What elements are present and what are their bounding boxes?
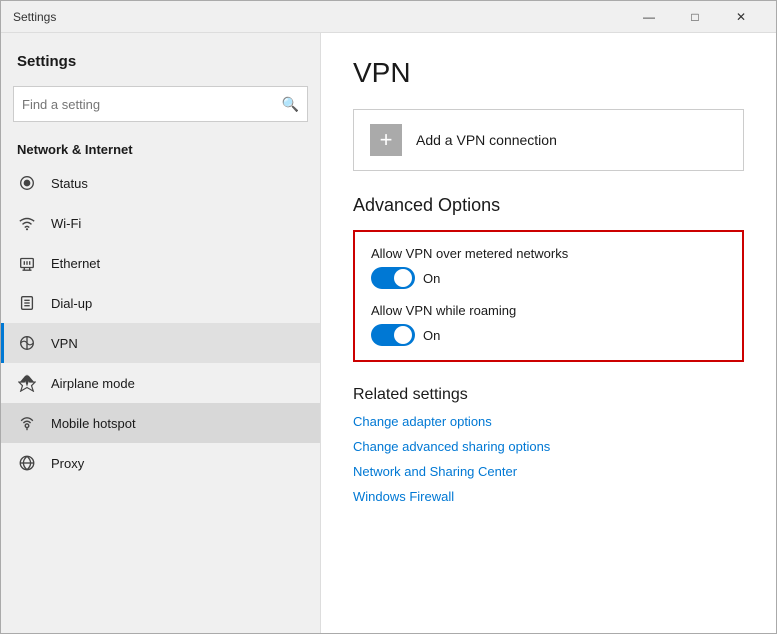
maximize-button[interactable]: □: [672, 1, 718, 33]
toggle-control-metered: On: [371, 267, 726, 289]
proxy-icon: [17, 453, 37, 473]
sidebar-item-airplane[interactable]: Airplane mode: [1, 363, 320, 403]
close-button[interactable]: ✕: [718, 1, 764, 33]
sidebar-item-label-ethernet: Ethernet: [51, 256, 100, 271]
toggle-row-metered: Allow VPN over metered networks On: [371, 246, 726, 289]
airplane-icon: [17, 373, 37, 393]
sidebar-item-label-status: Status: [51, 176, 88, 191]
settings-window: Settings — □ ✕ Settings 🔍 Network & Inte…: [0, 0, 777, 634]
toggle-row-roaming: Allow VPN while roaming On: [371, 303, 726, 346]
sidebar: Settings 🔍 Network & Internet Status Wi-F…: [1, 33, 321, 633]
section-label: Network & Internet: [1, 134, 320, 163]
related-link-1[interactable]: Change advanced sharing options: [353, 439, 744, 454]
add-vpn-label: Add a VPN connection: [416, 132, 557, 148]
sidebar-item-label-wifi: Wi-Fi: [51, 216, 81, 231]
hotspot-icon: [17, 413, 37, 433]
sidebar-item-label-airplane: Airplane mode: [51, 376, 135, 391]
minimize-button[interactable]: —: [626, 1, 672, 33]
main-panel: VPN + Add a VPN connection Advanced Opti…: [321, 33, 776, 633]
toggle-status-metered: On: [423, 271, 440, 286]
sidebar-item-label-dialup: Dial-up: [51, 296, 92, 311]
sidebar-item-vpn[interactable]: VPN: [1, 323, 320, 363]
sidebar-header: Settings: [1, 33, 320, 78]
page-title: VPN: [353, 57, 744, 89]
main-content-area: Settings 🔍 Network & Internet Status Wi-F…: [1, 33, 776, 633]
toggle-roaming[interactable]: [371, 324, 415, 346]
sidebar-item-proxy[interactable]: Proxy: [1, 443, 320, 483]
search-icon[interactable]: 🔍: [282, 96, 299, 113]
nav-items: Status Wi-Fi Ethernet Dial-up VPN Airplane mo…: [1, 163, 320, 483]
toggle-status-roaming: On: [423, 328, 440, 343]
window-controls: — □ ✕: [626, 1, 764, 33]
related-link-3[interactable]: Windows Firewall: [353, 489, 744, 504]
advanced-options-heading: Advanced Options: [353, 195, 744, 216]
toggle-metered[interactable]: [371, 267, 415, 289]
search-box[interactable]: 🔍: [13, 86, 308, 122]
window-title: Settings: [13, 10, 626, 24]
sidebar-item-hotspot[interactable]: Mobile hotspot: [1, 403, 320, 443]
dialup-icon: [17, 293, 37, 313]
add-vpn-button[interactable]: + Add a VPN connection: [353, 109, 744, 171]
related-link-2[interactable]: Network and Sharing Center: [353, 464, 744, 479]
sidebar-item-status[interactable]: Status: [1, 163, 320, 203]
related-link-0[interactable]: Change adapter options: [353, 414, 744, 429]
sidebar-item-label-hotspot: Mobile hotspot: [51, 416, 136, 431]
ethernet-icon: [17, 253, 37, 273]
plus-icon: +: [370, 124, 402, 156]
toggle-label-metered: Allow VPN over metered networks: [371, 246, 726, 261]
related-settings-heading: Related settings: [353, 386, 744, 404]
search-input[interactable]: [22, 97, 282, 112]
titlebar: Settings — □ ✕: [1, 1, 776, 33]
related-links: Change adapter options Change advanced sh…: [353, 414, 744, 504]
toggle-label-roaming: Allow VPN while roaming: [371, 303, 726, 318]
status-icon: [17, 173, 37, 193]
wifi-icon: [17, 213, 37, 233]
advanced-options-box: Allow VPN over metered networks On Allow…: [353, 230, 744, 362]
sidebar-item-dialup[interactable]: Dial-up: [1, 283, 320, 323]
vpn-icon: [17, 333, 37, 353]
sidebar-item-wifi[interactable]: Wi-Fi: [1, 203, 320, 243]
sidebar-item-label-proxy: Proxy: [51, 456, 84, 471]
sidebar-item-label-vpn: VPN: [51, 336, 78, 351]
sidebar-item-ethernet[interactable]: Ethernet: [1, 243, 320, 283]
toggle-control-roaming: On: [371, 324, 726, 346]
